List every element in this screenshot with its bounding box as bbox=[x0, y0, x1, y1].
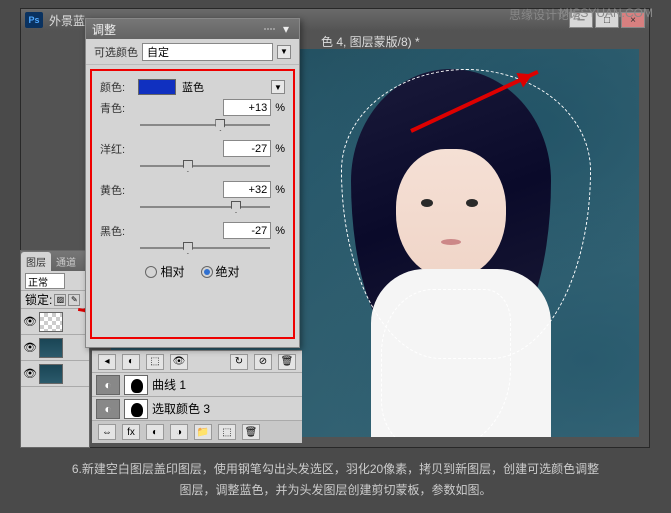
tool-icon[interactable]: ⊘ bbox=[254, 354, 272, 370]
yellow-input[interactable] bbox=[223, 181, 271, 198]
layer-thumbnail[interactable] bbox=[39, 364, 63, 384]
visibility-icon[interactable]: 👁 bbox=[23, 367, 37, 381]
mask-thumbnail[interactable] bbox=[124, 399, 148, 419]
yellow-slider-group: 黄色: % bbox=[100, 181, 285, 214]
layers-panel: 图层 通道 正常 锁定: ▨ ✎ 👁 👁 👁 bbox=[20, 250, 90, 448]
adjustments-header[interactable]: 调整 ▾ bbox=[86, 19, 299, 39]
trash-icon[interactable]: 🗑 bbox=[242, 424, 260, 440]
layer-name: 选取颜色 3 bbox=[152, 400, 210, 417]
adjustment-tools-row: ◂ ◐ ⬚ 👁 ↻ ⊘ 🗑 bbox=[92, 351, 302, 373]
layer-row[interactable]: 👁 bbox=[21, 361, 89, 387]
tool-icon[interactable]: ⬚ bbox=[146, 354, 164, 370]
cyan-input[interactable] bbox=[223, 99, 271, 116]
link-icon[interactable]: ⇔ bbox=[98, 424, 116, 440]
new-layer-icon[interactable]: ⬚ bbox=[218, 424, 236, 440]
layer-name: 曲线 1 bbox=[152, 376, 186, 393]
black-input[interactable] bbox=[223, 222, 271, 239]
cyan-slider[interactable] bbox=[140, 118, 270, 132]
relative-radio[interactable]: 相对 bbox=[145, 263, 184, 280]
absolute-radio[interactable]: 绝对 bbox=[201, 263, 240, 280]
layer-row[interactable]: 👁 bbox=[21, 335, 89, 361]
preset-label: 可选颜色 bbox=[94, 44, 138, 60]
folder-icon[interactable]: 📁 bbox=[194, 424, 212, 440]
mask-icon[interactable]: ◐ bbox=[146, 424, 164, 440]
selection-marquee-2 bbox=[381, 289, 511, 437]
panel-menu-icon[interactable]: ▾ bbox=[279, 22, 293, 36]
adjustment-thumbnail[interactable] bbox=[96, 375, 120, 395]
preset-row: 可选颜色 自定 ▼ bbox=[86, 39, 299, 65]
color-swatch bbox=[138, 79, 176, 95]
color-label: 颜色: bbox=[100, 79, 132, 95]
adjustment-thumbnail[interactable] bbox=[96, 399, 120, 419]
layer-thumbnail[interactable] bbox=[39, 338, 63, 358]
method-radio-group: 相对 绝对 bbox=[100, 263, 285, 280]
slider-thumb[interactable] bbox=[183, 160, 193, 172]
slider-thumb[interactable] bbox=[183, 242, 193, 254]
layers-footer: ⇔ fx ◐ ◑ 📁 ⬚ 🗑 bbox=[92, 421, 302, 443]
chevron-down-icon[interactable]: ▼ bbox=[271, 80, 285, 94]
magenta-slider-group: 洋红: % bbox=[100, 140, 285, 173]
tool-icon[interactable]: 👁 bbox=[170, 354, 188, 370]
blend-mode-select[interactable]: 正常 bbox=[25, 273, 65, 289]
tab-layers[interactable]: 图层 bbox=[21, 252, 51, 271]
document-tab[interactable]: 色 4, 图层蒙版/8) * bbox=[321, 33, 420, 50]
color-name: 蓝色 bbox=[182, 79, 265, 95]
tab-channels[interactable]: 通道 bbox=[51, 252, 81, 271]
slider-thumb[interactable] bbox=[215, 119, 225, 131]
blend-mode-row: 正常 bbox=[21, 271, 89, 291]
yellow-slider[interactable] bbox=[140, 200, 270, 214]
tutorial-caption: 6.新建空白图层盖印图层，使用钢笔勾出头发选区，羽化20像素，拷贝到新图层，创建… bbox=[0, 459, 671, 501]
pct-label: % bbox=[275, 225, 285, 237]
adjustments-panel: 调整 ▾ 可选颜色 自定 ▼ 颜色: 蓝色 ▼ 青色: % 洋红: bbox=[85, 18, 300, 348]
slider-thumb[interactable] bbox=[231, 201, 241, 213]
magenta-input[interactable] bbox=[223, 140, 271, 157]
pct-label: % bbox=[275, 184, 285, 196]
visibility-icon[interactable]: 👁 bbox=[23, 315, 37, 329]
app-icon: Ps bbox=[25, 12, 43, 28]
lock-transparency-icon[interactable]: ▨ bbox=[54, 294, 66, 306]
layers-extended: ◂ ◐ ⬚ 👁 ↻ ⊘ 🗑 曲线 1 选取颜色 3 ⇔ fx ◐ ◑ 📁 ⬚ 🗑 bbox=[92, 350, 302, 443]
panel-grip-icon bbox=[264, 28, 275, 30]
lock-label: 锁定: bbox=[25, 291, 52, 308]
adjustment-icon[interactable]: ◑ bbox=[170, 424, 188, 440]
tool-icon[interactable]: ◂ bbox=[98, 354, 116, 370]
magenta-label: 洋红: bbox=[100, 141, 136, 157]
black-label: 黑色: bbox=[100, 223, 136, 239]
yellow-label: 黄色: bbox=[100, 182, 136, 198]
color-row: 颜色: 蓝色 ▼ bbox=[100, 79, 285, 95]
tool-icon[interactable]: ↻ bbox=[230, 354, 248, 370]
magenta-slider[interactable] bbox=[140, 159, 270, 173]
trash-icon[interactable]: 🗑 bbox=[278, 354, 296, 370]
layer-row[interactable]: 选取颜色 3 bbox=[92, 397, 302, 421]
black-slider[interactable] bbox=[140, 241, 270, 255]
black-slider-group: 黑色: % bbox=[100, 222, 285, 255]
layers-tabs: 图层 通道 bbox=[21, 251, 89, 271]
preset-select[interactable]: 自定 bbox=[142, 43, 273, 61]
chevron-down-icon[interactable]: ▼ bbox=[277, 45, 291, 59]
adjustments-title: 调整 bbox=[92, 21, 116, 38]
visibility-icon[interactable]: 👁 bbox=[23, 341, 37, 355]
layer-row[interactable]: 曲线 1 bbox=[92, 373, 302, 397]
mask-thumbnail[interactable] bbox=[124, 375, 148, 395]
cyan-label: 青色: bbox=[100, 100, 136, 116]
pct-label: % bbox=[275, 143, 285, 155]
tool-icon[interactable]: ◐ bbox=[122, 354, 140, 370]
pct-label: % bbox=[275, 102, 285, 114]
watermark-text: 思缘设计论坛 bbox=[509, 6, 581, 23]
fx-icon[interactable]: fx bbox=[122, 424, 140, 440]
cyan-slider-group: 青色: % bbox=[100, 99, 285, 132]
layer-thumbnail[interactable] bbox=[39, 312, 63, 332]
adjustments-body: 颜色: 蓝色 ▼ 青色: % 洋红: % 黄色 bbox=[90, 69, 295, 339]
